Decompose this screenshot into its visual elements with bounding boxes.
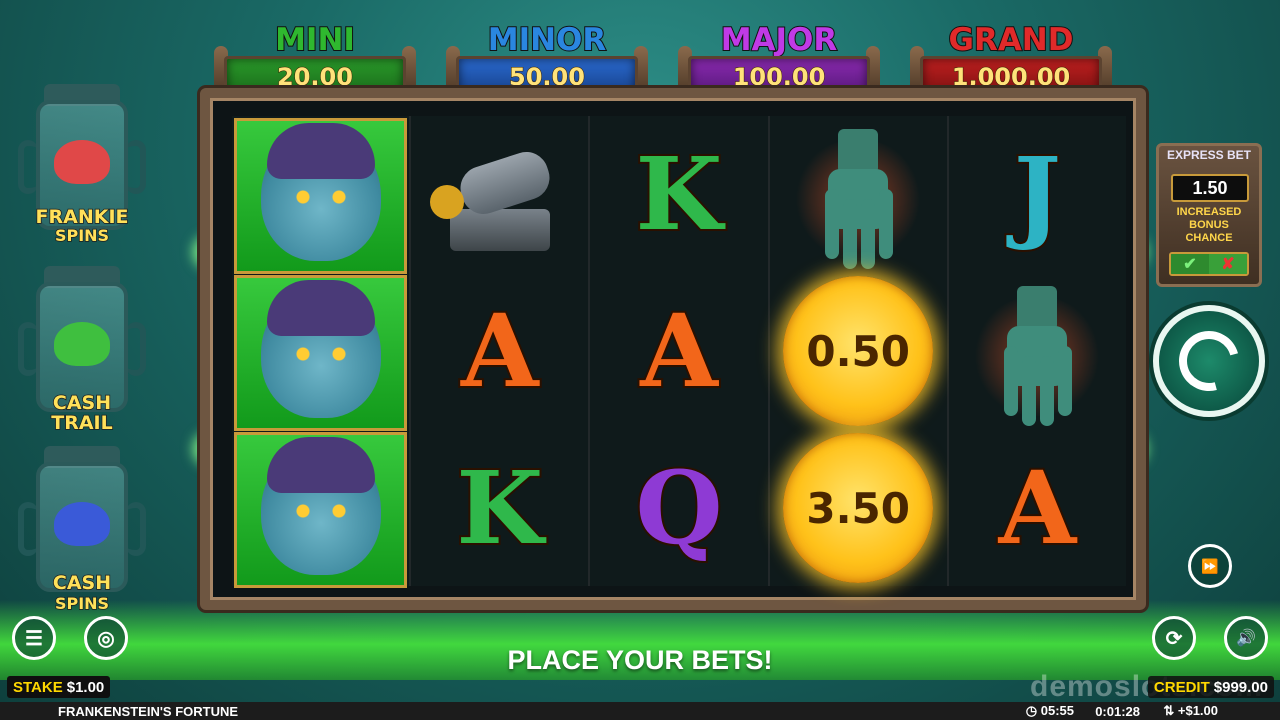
jackpot-minor-title: MINOR: [487, 21, 608, 59]
credit-label: CREDIT: [1153, 678, 1210, 696]
symbol-coin: 3.50: [770, 430, 947, 586]
cross-icon[interactable]: ✘: [1209, 254, 1247, 274]
pod-label-line2: TRAIL: [51, 412, 114, 434]
reel-area[interactable]: A K K A Q 0.50 3.50 J A: [232, 116, 1127, 588]
symbol-k: K: [454, 447, 545, 569]
reel-1: [232, 116, 412, 588]
symbol-hand: [949, 273, 1126, 429]
net-result: ⇅ +$1.00: [1163, 703, 1218, 718]
reel-3: K A Q: [590, 116, 770, 586]
symbol-frankie: [234, 275, 408, 431]
green-brain-icon: [54, 322, 110, 366]
pod-label-line2: SPINS: [54, 225, 110, 246]
jackpot-grand-title: GRAND: [948, 21, 1075, 59]
stake-label: STAKE: [13, 678, 63, 696]
symbol-coin: 0.50: [770, 273, 947, 429]
symbol-a: A: [459, 290, 541, 412]
red-brain-icon: [54, 140, 110, 184]
game-title: FRANKENSTEIN'S FORTUNE: [58, 703, 239, 719]
pod-label-line1: CASH: [52, 572, 112, 594]
pod-label-line1: FRANKIE: [35, 206, 130, 228]
express-bet-title: EXPRESS BET: [1166, 148, 1252, 162]
session-time: 0:01:28: [1095, 703, 1140, 719]
feature-pod-cash-trail: CASH TRAIL: [14, 252, 150, 433]
spin-arrow-icon: [1168, 320, 1250, 402]
stake-value: $1.00: [66, 678, 105, 696]
symbol-q: Q: [633, 447, 724, 569]
pod-label-line1: CASH: [52, 392, 112, 414]
credit-value: $999.00: [1213, 678, 1268, 696]
symbol-frankie: [234, 118, 408, 274]
symbol-frankie: [234, 432, 408, 588]
symbol-hand: [770, 116, 947, 272]
reel-5: J A: [948, 116, 1127, 586]
feature-pod-frankie-spins: FRANKIE SPINS: [14, 70, 150, 246]
jackpot-major-title: MAJOR: [720, 21, 839, 59]
symbol-a: A: [638, 290, 720, 412]
reel-2: A K: [411, 116, 591, 586]
express-bet-value: 1.50: [1171, 174, 1249, 202]
coin-value: 0.50: [783, 276, 934, 426]
reel-frame: A K K A Q 0.50 3.50 J A: [200, 88, 1146, 610]
coin-value: 3.50: [783, 433, 934, 583]
pod-label-line2: SPINS: [54, 593, 110, 614]
symbol-a: A: [997, 447, 1079, 569]
status-bar: FRANKENSTEIN'S FORTUNE ◷ 05:55 0:01:28 ⇅…: [0, 702, 1280, 720]
symbol-k: K: [634, 133, 725, 255]
check-icon[interactable]: ✔: [1171, 254, 1209, 274]
stake-display[interactable]: STAKE $1.00: [7, 676, 111, 698]
jackpot-mini-title: MINI: [274, 21, 356, 59]
fast-forward-icon: ⏩: [1201, 557, 1219, 574]
feature-pod-cash-spins: CASH SPINS: [14, 432, 150, 614]
turbo-button[interactable]: ⏩: [1188, 544, 1232, 588]
credit-display: CREDIT $999.00: [1147, 676, 1274, 698]
express-bet-toggle[interactable]: ✔ ✘: [1169, 252, 1249, 276]
blue-brain-icon: [54, 502, 110, 546]
spin-button[interactable]: [1153, 305, 1265, 417]
reel-4: 0.50 3.50: [769, 116, 949, 586]
clock-time: ◷ 05:55: [1025, 703, 1074, 718]
express-bet-description: INCREASED BONUS CHANCE: [1176, 206, 1242, 244]
express-bet-panel: EXPRESS BET 1.50 INCREASED BONUS CHANCE …: [1156, 143, 1262, 287]
symbol-cannon: [411, 116, 588, 272]
symbol-j: J: [1012, 133, 1063, 255]
